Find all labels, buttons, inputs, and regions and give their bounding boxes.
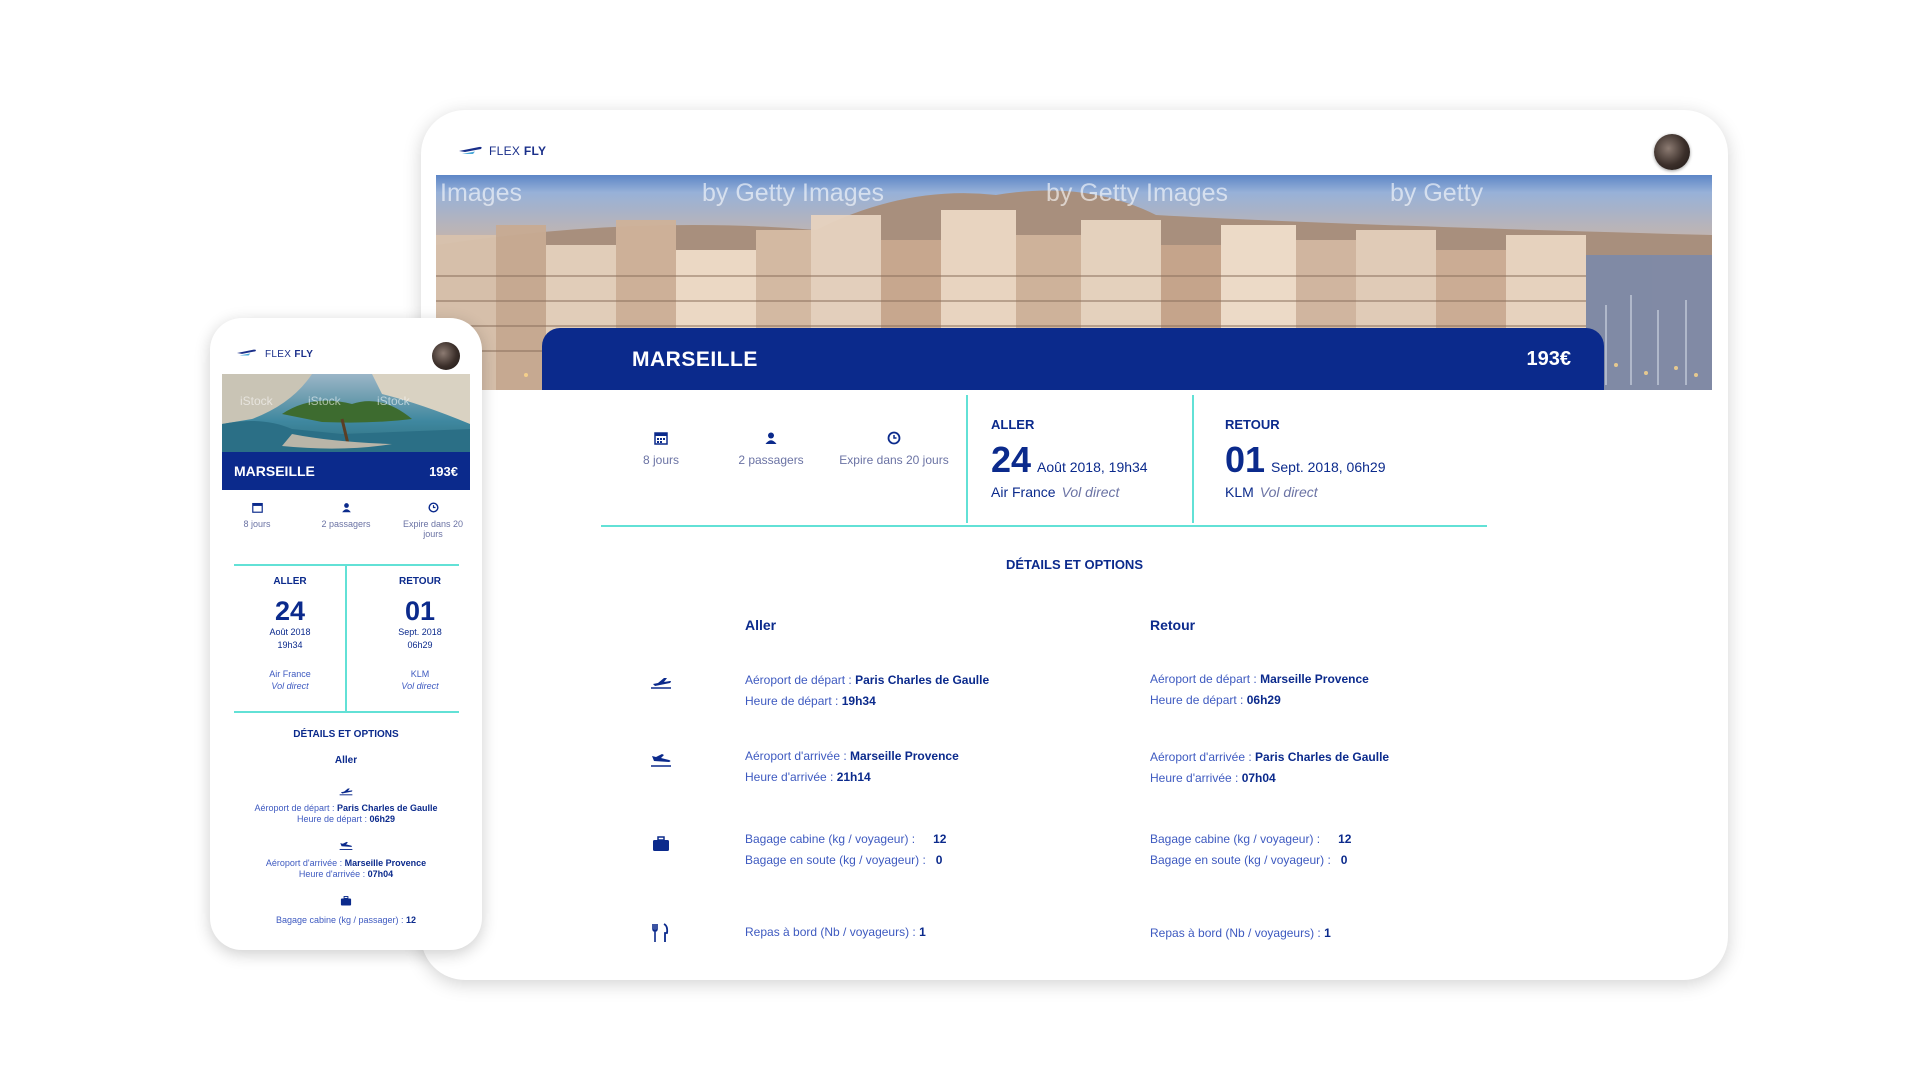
calendar-icon <box>251 502 263 513</box>
col-header-retour: Retour <box>1150 617 1196 633</box>
passengers-text: 2 passagers <box>738 453 804 467</box>
divider <box>345 566 347 711</box>
aller-arrival: Aéroport d'arrivée : Marseille Provence … <box>745 749 959 784</box>
aller-airline: Air France <box>991 484 1056 500</box>
aller-flight-type: Vol direct <box>1061 484 1120 500</box>
avatar[interactable] <box>432 342 460 370</box>
city-photo: iStock iStock iStock <box>222 374 470 452</box>
divider <box>601 525 1487 527</box>
retour-datetime: Sept. 2018, 06h29 <box>1271 459 1386 475</box>
retour-baggage: Bagage cabine (kg / voyageur) :12 Bagage… <box>1150 832 1352 867</box>
watermark-text: iStock <box>240 394 273 408</box>
destination-city: MARSEILLE <box>632 347 758 371</box>
retour-arrival: Aéroport d'arrivée : Paris Charles de Ga… <box>1150 750 1390 785</box>
details-title: DÉTAILS ET OPTIONS <box>293 729 399 740</box>
aller-label: ALLER <box>991 417 1035 432</box>
retour-airline: KLM <box>1225 484 1254 500</box>
watermark-text: by Getty <box>1390 179 1484 207</box>
retour-label: RETOUR <box>1225 417 1280 432</box>
retour-flight-type: Vol direct <box>1259 484 1318 500</box>
calendar-icon <box>654 432 668 445</box>
plane-takeoff-icon <box>339 788 353 796</box>
expiry-stat: Expire dans 20 jours <box>396 502 470 539</box>
watermark-text: by Getty Images <box>702 179 885 207</box>
col-header-aller: Aller <box>334 755 358 766</box>
mobile-baggage: Bagage cabine (kg / passager) : 12 <box>275 915 417 925</box>
mobile-view: FLEX FLY iStock iStock iStock MARSEILLE … <box>210 318 482 950</box>
aller-datetime: Août 2018, 19h34 <box>1037 459 1148 475</box>
watermark-text: iStock <box>377 394 410 408</box>
person-icon <box>765 432 777 444</box>
retour-departure: Aéroport de départ : Marseille Provence … <box>1150 672 1369 707</box>
details-title: DÉTAILS ET OPTIONS <box>1006 557 1143 572</box>
divider <box>234 711 459 713</box>
col-header-aller: Aller <box>745 617 777 633</box>
logo-wing-icon <box>459 145 483 157</box>
avatar[interactable] <box>1654 134 1690 170</box>
plane-landing-icon <box>651 754 671 767</box>
mobile-departure: Aéroport de départ : Paris Charles de Ga… <box>254 803 438 824</box>
retour-summary: RETOUR 01 Sept. 2018, 06h29 KLM Vol direc… <box>1225 417 1385 500</box>
divider <box>1192 395 1194 523</box>
aller-summary: ALLER 24 Août 2018 19h34 Air France Vol … <box>269 576 311 691</box>
passengers-stat: 2 passagers <box>309 502 383 529</box>
flexfly-logo[interactable]: FLEX FLY <box>459 144 546 158</box>
desktop-view: FLEX FLY Images by Getty Images by Getty… <box>421 110 1728 980</box>
aller-baggage: Bagage cabine (kg / voyageur) :12 Bagage… <box>745 832 947 867</box>
destination-city: MARSEILLE <box>234 463 315 479</box>
logo-wing-icon <box>237 348 261 360</box>
retour-meal: Repas à bord (Nb / voyageurs) : 1 <box>1150 926 1331 940</box>
expiry-text: Expire dans 20 jours <box>839 453 949 467</box>
destination-bar: MARSEILLE 193€ <box>542 328 1604 390</box>
watermark-text: iStock <box>308 394 341 408</box>
retour-summary: RETOUR 01 Sept. 2018 06h29 KLM Vol direc… <box>398 576 442 691</box>
retour-day: 01 <box>1225 439 1266 480</box>
aller-day: 24 <box>991 439 1032 480</box>
plane-landing-icon <box>339 841 353 850</box>
duration-stat: 8 jours <box>601 431 721 467</box>
destination-bar: MARSEILLE 193€ <box>222 452 470 490</box>
plane-takeoff-icon <box>651 678 671 689</box>
aller-summary: ALLER 24 Août 2018, 19h34 Air France Vol … <box>991 417 1148 500</box>
briefcase-icon <box>340 896 352 906</box>
clock-icon <box>427 502 439 513</box>
city-banner-image: Images by Getty Images by Getty Images b… <box>436 175 1712 390</box>
duration-stat: 8 jours <box>220 502 294 529</box>
aller-departure: Aéroport de départ : Paris Charles de Ga… <box>745 673 990 708</box>
expiry-stat: Expire dans 20 jours <box>834 431 954 467</box>
divider <box>966 395 968 523</box>
mobile-arrival: Aéroport d'arrivée : Marseille Provence … <box>265 858 427 879</box>
watermark-text: by Getty Images <box>1046 179 1229 207</box>
trip-summary: 8 jours 2 passagers Expire dans 20 jours… <box>601 395 1487 527</box>
destination-price: 193€ <box>429 463 458 479</box>
watermark-text: Images <box>440 179 522 207</box>
duration-text: 8 jours <box>642 453 680 467</box>
flexfly-logo[interactable]: FLEX FLY <box>237 348 313 360</box>
person-icon <box>341 503 351 513</box>
cutlery-icon <box>652 923 669 942</box>
briefcase-icon <box>653 836 669 851</box>
aller-meal: Repas à bord (Nb / voyageurs) : 1 <box>745 925 926 939</box>
destination-price: 193€ <box>1526 348 1572 370</box>
passengers-stat: 2 passagers <box>711 431 831 467</box>
clock-icon <box>887 431 901 445</box>
